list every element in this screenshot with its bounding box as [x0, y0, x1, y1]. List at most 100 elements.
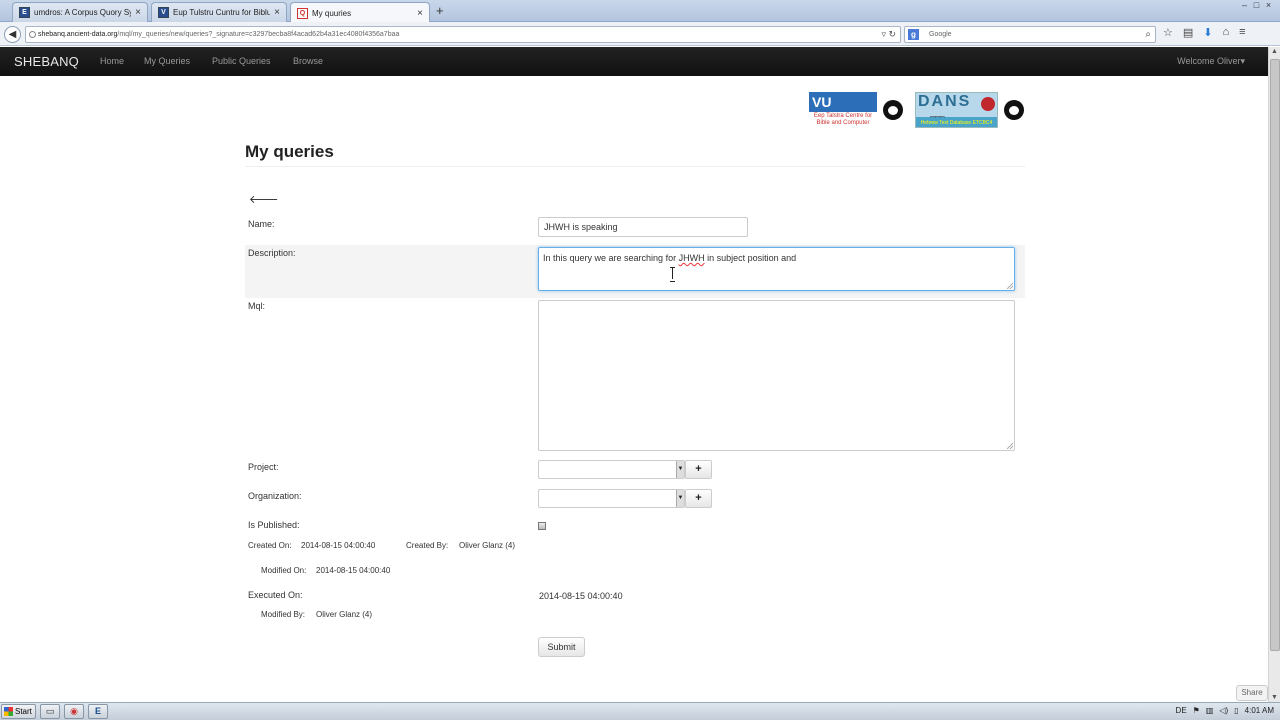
vu-favicon-icon: V	[158, 7, 169, 18]
dropdown-arrow-icon[interactable]: ▼	[676, 461, 684, 478]
site-navbar: SHEBANQ Home My Queries Public Queries B…	[0, 47, 1268, 76]
description-text-end: in subject position and	[704, 253, 797, 263]
tab-title: umdros: A Corpus Quory Syst...	[34, 8, 132, 17]
vu-logo-text: VU	[809, 92, 877, 112]
modified-on-value: 2014-08-15 04:00:40	[316, 566, 391, 575]
project-select[interactable]: ▼	[538, 460, 685, 479]
title-divider	[245, 166, 1025, 167]
vu-logo-caption: Eep Talstra Centre for Bible and Compute…	[813, 113, 873, 126]
description-field[interactable]: In this query we are searching for JHWH …	[538, 247, 1015, 291]
modified-by-value: Oliver Glanz (4)	[316, 610, 373, 619]
clock[interactable]: 4:01 AM	[1245, 706, 1274, 715]
url-path: /mql/my_queries/new/queries?_signature=c…	[117, 31, 400, 38]
dans-logo-caption: Hebrew Text Database ETCBC4	[920, 120, 993, 126]
nav-browse[interactable]: Browse	[293, 56, 323, 66]
share-button[interactable]: Share	[1236, 685, 1268, 701]
flag-icon[interactable]: ⚑	[1193, 706, 1200, 715]
description-text-start: In this query we are searching for	[543, 253, 679, 263]
minimize-icon[interactable]: –	[1239, 1, 1250, 10]
address-bar[interactable]: shebanq.ancient-data.org/mql/my_queries/…	[25, 26, 901, 43]
folder-icon[interactable]: ▭	[40, 704, 60, 719]
window-controls: – □ ×	[1239, 1, 1274, 10]
bookmark-star-icon[interactable]: ☆	[1163, 26, 1173, 39]
executed-on-value: 2014-08-15 04:00:40	[539, 591, 623, 601]
e-app-icon[interactable]: E	[88, 704, 108, 719]
page-title: My queries	[245, 142, 334, 161]
user-menu[interactable]: Welcome Oliver▾	[1177, 56, 1245, 67]
name-field[interactable]: JHWH is speaking	[538, 217, 748, 237]
created-on-value: 2014-08-15 04:00:40	[301, 541, 376, 550]
volume-icon[interactable]: ◁)	[1219, 706, 1228, 715]
vu-etcbc-logo[interactable]: VU Eep Talstra Centre for Bible and Comp…	[809, 92, 877, 128]
resize-grip-icon[interactable]	[1007, 443, 1013, 449]
new-tab-plus-icon[interactable]: +	[436, 3, 444, 18]
organization-label: Organization:	[248, 491, 302, 501]
organization-select[interactable]: ▼	[538, 489, 685, 508]
resize-grip-icon[interactable]	[1007, 283, 1013, 289]
url-host: shebanq.ancient-data.org	[38, 31, 118, 38]
created-on-label: Created On:	[248, 541, 292, 550]
mql-label: Mql:	[248, 301, 266, 311]
name-label: Name:	[248, 219, 275, 229]
network-icon[interactable]: ▥	[1206, 706, 1214, 715]
globe-icon	[29, 31, 36, 38]
dans-logo[interactable]: DANS ꟷꟷꟷ Hebrew Text Database ETCBC4	[915, 92, 998, 128]
caret-down-icon: ▾	[1240, 56, 1245, 66]
created-by-label: Created By:	[406, 541, 449, 550]
welcome-text: Welcome Oliver	[1177, 56, 1241, 66]
dss-seal-icon	[981, 97, 995, 111]
browser-tab-emdros[interactable]: E umdros: A Corpus Quory Syst... ×	[12, 2, 148, 22]
browser-navigation-bar: ◀ shebanq.ancient-data.org/mql/my_querie…	[0, 22, 1280, 46]
is-published-checkbox[interactable]	[538, 522, 546, 530]
battery-icon[interactable]: ▯	[1234, 706, 1238, 715]
submit-button[interactable]: Submit	[538, 637, 585, 657]
browser-tab-my-queries[interactable]: Q My quuries ×	[290, 2, 430, 23]
os-taskbar: Start ▭ ◉ E DE ⚑ ▥ ◁) ▯ 4:01 AM	[0, 702, 1280, 720]
reload-icon[interactable]: ▿ ↻	[881, 27, 896, 42]
scroll-down-icon[interactable]: ▼	[1271, 694, 1278, 701]
scroll-up-icon[interactable]: ▲	[1271, 48, 1278, 55]
page-scrollbar[interactable]: ▲ ▼	[1268, 47, 1280, 702]
back-arrow-icon[interactable]: ◀	[4, 26, 21, 43]
tab-title: My quuries	[312, 8, 352, 18]
download-icon[interactable]: ⬇	[1203, 26, 1212, 39]
close-icon[interactable]: ×	[417, 8, 423, 19]
close-window-icon[interactable]: ×	[1263, 1, 1274, 10]
browser-toolbar-icons: ☆ ▤ ⬇ ⌂ ≡	[1163, 26, 1246, 39]
modified-by-label: Modified By:	[261, 610, 306, 619]
language-indicator[interactable]: DE	[1176, 706, 1187, 715]
left-arrow-icon[interactable]: 🡐	[249, 192, 279, 206]
nav-home[interactable]: Home	[100, 56, 124, 66]
search-icon[interactable]: ⌕	[1145, 27, 1151, 42]
start-button[interactable]: Start	[1, 704, 36, 719]
add-project-button[interactable]: +	[685, 460, 712, 479]
dans-logo-text: DANS	[918, 93, 972, 110]
github-icon[interactable]	[883, 100, 903, 120]
search-bar[interactable]: g Google ⌕	[904, 26, 1156, 43]
bookmarks-list-icon[interactable]: ▤	[1183, 26, 1193, 39]
dropdown-arrow-icon[interactable]: ▼	[676, 490, 684, 507]
nav-public-queries[interactable]: Public Queries	[212, 56, 271, 66]
is-published-label: Is Published:	[248, 520, 300, 530]
text-cursor-icon	[670, 267, 676, 282]
close-icon[interactable]: ×	[135, 7, 141, 18]
maximize-icon[interactable]: □	[1251, 1, 1262, 10]
chrome-icon[interactable]: ◉	[64, 704, 84, 719]
add-organization-button[interactable]: +	[685, 489, 712, 508]
modified-on-label: Modified On:	[261, 566, 307, 575]
emdros-favicon-icon: E	[19, 7, 30, 18]
brand-link[interactable]: SHEBANQ	[14, 54, 79, 69]
home-icon[interactable]: ⌂	[1223, 26, 1230, 39]
nav-my-queries[interactable]: My Queries	[144, 56, 190, 66]
search-placeholder: Google	[929, 31, 952, 38]
github-icon[interactable]	[1004, 100, 1024, 120]
browser-tab-etcbc[interactable]: V Eup Tulstru Cuntru for Biblu u... ×	[151, 2, 287, 22]
scrollbar-thumb[interactable]	[1270, 59, 1280, 651]
shebanq-favicon-icon: Q	[297, 7, 308, 19]
mql-field[interactable]	[538, 300, 1015, 451]
description-label: Description:	[248, 248, 296, 258]
system-tray: DE ⚑ ▥ ◁) ▯ 4:01 AM	[1176, 706, 1274, 715]
close-icon[interactable]: ×	[274, 7, 280, 18]
menu-icon[interactable]: ≡	[1239, 26, 1245, 39]
tab-title: Eup Tulstru Cuntru for Biblu u...	[173, 8, 271, 17]
